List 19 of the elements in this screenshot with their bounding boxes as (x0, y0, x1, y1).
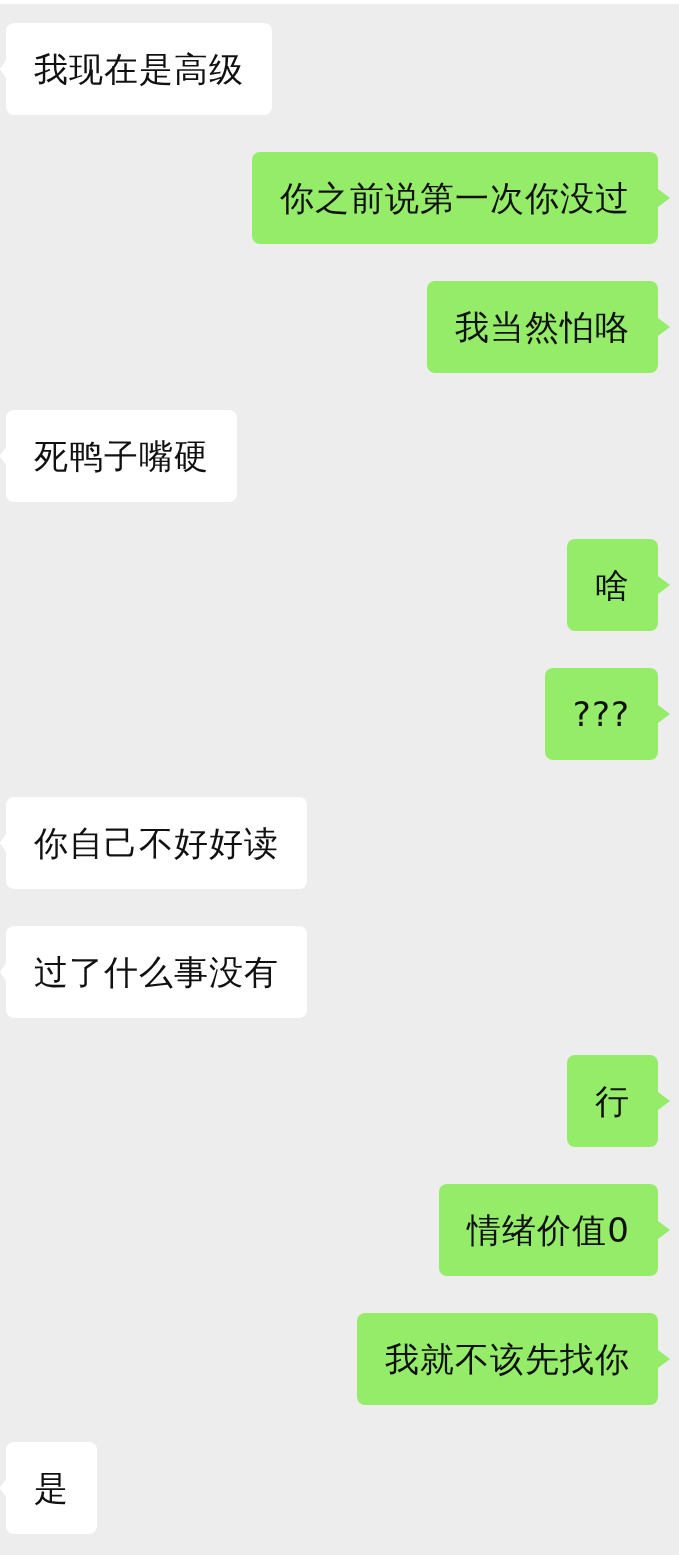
message-bubble: 啥 (567, 539, 658, 631)
bubble-tail (658, 1092, 670, 1110)
bubble-tail (658, 705, 670, 723)
message-bubble: 你自己不好好读 (6, 797, 307, 889)
message-bubble: 过了什么事没有 (6, 926, 307, 1018)
message-bubble: 死鸭子嘴硬 (6, 410, 237, 502)
message-bubble: 我现在是高级 (6, 23, 272, 115)
message-bubble: 我当然怕咯 (427, 281, 658, 373)
bubble-tail (658, 1350, 670, 1368)
bubble-tail (658, 1221, 670, 1239)
message-bubble: 你之前说第一次你没过 (252, 152, 658, 244)
message-bubble: 是 (6, 1442, 97, 1534)
message-bubble: 行 (567, 1055, 658, 1147)
message-bubble: 情绪价值0 (439, 1184, 658, 1276)
bubble-tail (658, 318, 670, 336)
message-bubble: ??? (544, 668, 658, 760)
bubble-tail (658, 189, 670, 207)
bubble-tail (658, 576, 670, 594)
message-bubble: 我就不该先找你 (357, 1313, 658, 1405)
